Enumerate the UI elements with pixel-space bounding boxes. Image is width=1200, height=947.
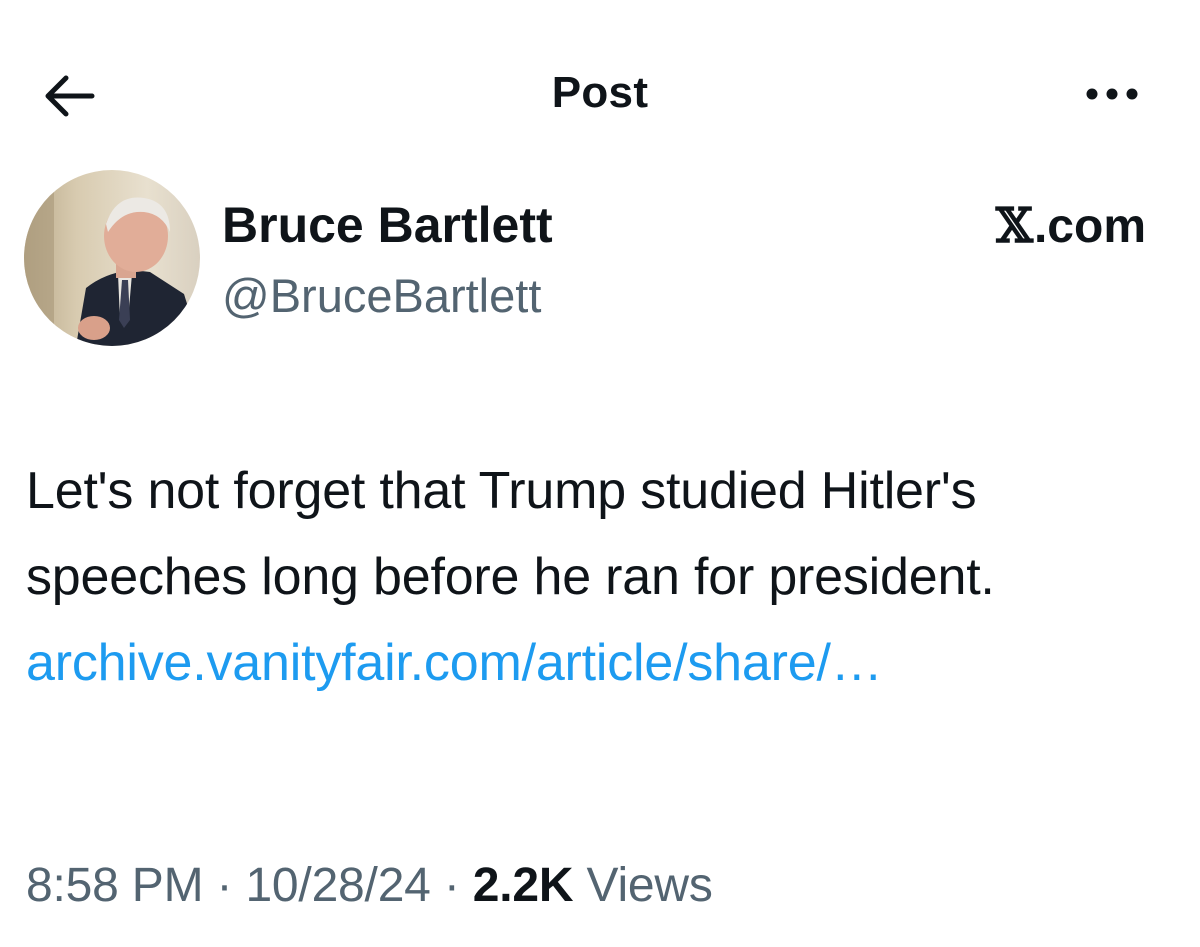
post-meta: 8:58 PM · 10/28/24 · 2.2K Views xyxy=(26,858,713,913)
x-logo-icon: 𝕏 xyxy=(995,198,1033,254)
post-time[interactable]: 8:58 PM xyxy=(26,859,204,912)
page-title: Post xyxy=(551,68,649,117)
more-options-button[interactable] xyxy=(1076,74,1148,114)
views-label[interactable]: Views xyxy=(587,859,713,912)
post-text: Let's not forget that Trump studied Hitl… xyxy=(26,448,1166,706)
header: Post xyxy=(0,0,1200,185)
author-name[interactable]: Bruce Bartlett xyxy=(222,196,553,254)
views-count[interactable]: 2.2K xyxy=(473,859,574,912)
meta-separator: · xyxy=(443,859,460,912)
ellipsis-icon xyxy=(1086,88,1138,100)
source-label: 𝕏 .com xyxy=(996,198,1146,254)
post-date[interactable]: 10/28/24 xyxy=(245,859,430,912)
post-page: Post Bruce Bartlett @BruceBartlett 𝕏 .co… xyxy=(0,0,1200,947)
source-domain: .com xyxy=(1033,200,1146,253)
post-body: Let's not forget that Trump studied Hitl… xyxy=(26,462,995,606)
meta-separator: · xyxy=(216,859,233,912)
post-link[interactable]: archive.vanityfair.com/article/share/… xyxy=(26,634,883,692)
avatar-image xyxy=(24,170,200,346)
author-handle[interactable]: @BruceBartlett xyxy=(222,268,541,323)
avatar[interactable] xyxy=(24,170,200,346)
